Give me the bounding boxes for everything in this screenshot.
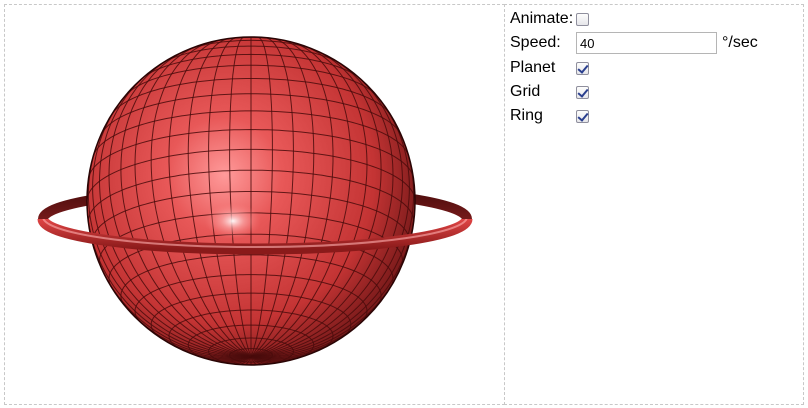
grid-row: Grid: [510, 81, 589, 103]
render-canvas[interactable]: [4, 4, 505, 405]
controls-panel: Animate: Speed: °/sec Planet Grid Ring: [504, 4, 804, 405]
planet-row: Planet: [510, 57, 589, 79]
grid-checkbox[interactable]: [576, 85, 589, 99]
speed-row: Speed: °/sec: [510, 32, 758, 54]
specular-highlight: [205, 203, 261, 239]
speed-label: Speed:: [510, 34, 561, 51]
grid-label: Grid: [510, 83, 541, 100]
speed-unit: °/sec: [722, 34, 758, 51]
app-root: Animate: Speed: °/sec Planet Grid Ring: [0, 0, 808, 408]
animate-checkbox[interactable]: [576, 12, 589, 26]
planet-label: Planet: [510, 59, 556, 76]
animate-label: Animate:: [510, 10, 574, 27]
speed-input[interactable]: [576, 32, 717, 54]
ring-checkbox[interactable]: [576, 109, 589, 123]
planet-scene: [37, 36, 473, 366]
ring-row: Ring: [510, 105, 589, 127]
planet-checkbox[interactable]: [576, 61, 589, 75]
ring-label: Ring: [510, 107, 543, 124]
planet-sphere: [86, 36, 416, 366]
animate-row: Animate:: [510, 8, 589, 30]
